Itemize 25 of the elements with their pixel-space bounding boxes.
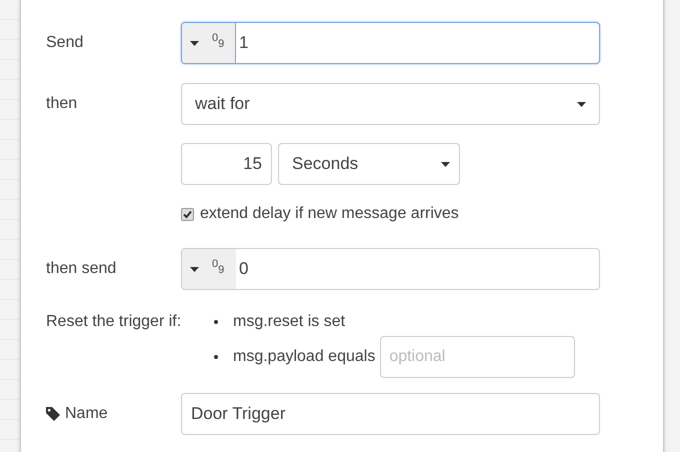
caret-icon [190,40,199,46]
typed-input-field[interactable]: 09 0 [181,248,600,290]
unit-select[interactable]: Seconds [278,143,460,185]
field-label: Name [65,404,108,424]
checkbox-label: extend delay if new message arrives [200,204,459,224]
typed-input-field[interactable]: 09 1 [181,22,600,64]
caret-icon [190,266,199,272]
caret-icon [577,102,586,106]
then-select[interactable]: wait for [181,83,600,125]
reset-condition: msg.payload equals [233,347,376,367]
bullet-icon [214,320,218,324]
caret-icon [441,162,450,166]
field-label: then [46,94,78,114]
payload-input-field[interactable]: optional [380,336,576,378]
bullet-icon [214,355,218,359]
type-selector-button[interactable]: 09 [182,249,236,289]
extend-checkbox[interactable] [181,208,194,220]
reset-condition: msg.reset is set [233,312,346,332]
field-label: Reset the trigger if: [46,312,182,332]
field-label: then send [46,259,118,279]
tag-icon [46,407,60,421]
delay-input[interactable]: 15 [181,143,272,185]
name-input-field[interactable]: Door Trigger [181,393,600,435]
type-selector-button[interactable]: 09 [182,23,236,63]
field-label: Send [46,33,84,53]
